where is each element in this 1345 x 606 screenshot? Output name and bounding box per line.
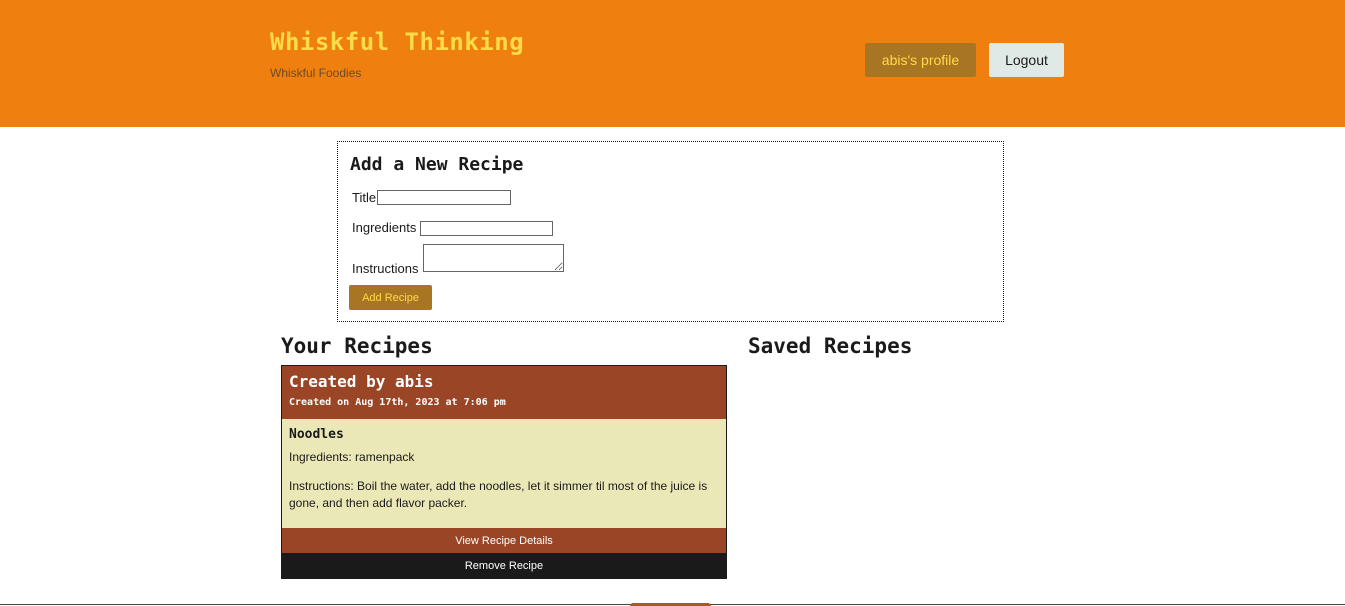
logout-button[interactable]: Logout (989, 43, 1064, 77)
view-recipe-details-button[interactable]: View Recipe Details (282, 528, 726, 553)
add-recipe-form: Add a New Recipe Title Ingredients Instr… (337, 141, 1004, 322)
recipe-date: Created on Aug 17th, 2023 at 7:06 pm (289, 397, 506, 408)
ingredients-label: Ingredients (352, 220, 417, 235)
recipe-card-body: Noodles Ingredients: ramenpack Instructi… (282, 419, 726, 528)
your-recipes-heading: Your Recipes (281, 334, 433, 358)
title-label: Title (352, 190, 377, 205)
recipe-author: Created by abis (289, 372, 434, 391)
site-title: Whiskful Thinking (270, 28, 525, 56)
ingredients-input[interactable] (420, 221, 553, 236)
add-recipe-button[interactable]: Add Recipe (349, 285, 432, 310)
profile-button[interactable]: abis's profile (865, 43, 976, 77)
recipe-card: Created by abis Created on Aug 17th, 202… (281, 365, 727, 579)
recipe-name: Noodles (289, 427, 344, 442)
remove-recipe-button[interactable]: Remove Recipe (282, 553, 726, 578)
recipe-ingredients: Ingredients: ramenpack (289, 450, 415, 464)
form-title: Add a New Recipe (350, 154, 524, 175)
recipe-card-header: Created by abis Created on Aug 17th, 202… (282, 366, 726, 419)
saved-recipes-heading: Saved Recipes (748, 334, 913, 358)
title-input[interactable] (377, 190, 511, 205)
site-subtitle: Whiskful Foodies (270, 66, 362, 80)
instructions-textarea[interactable] (423, 244, 564, 272)
recipe-instructions: Instructions: Boil the water, add the no… (289, 479, 708, 510)
instructions-label: Instructions (352, 261, 419, 276)
site-header: Whiskful Thinking Whiskful Foodies abis'… (0, 0, 1345, 127)
